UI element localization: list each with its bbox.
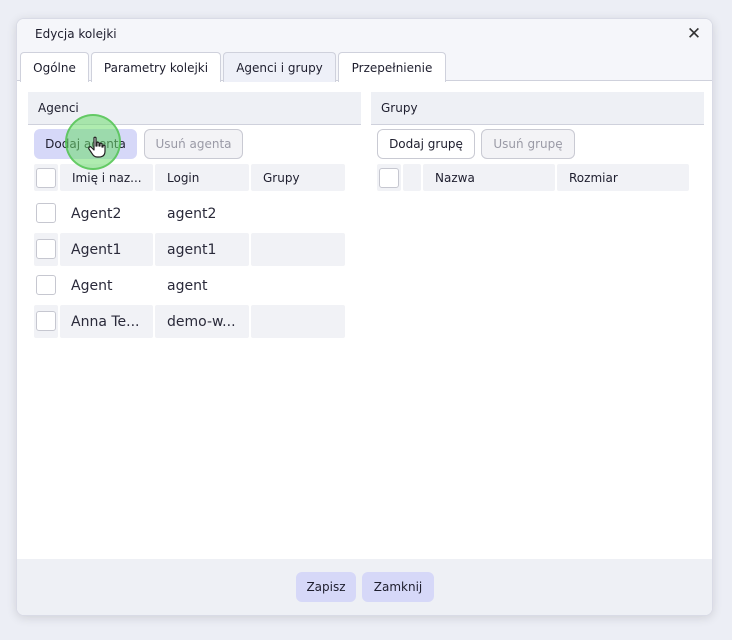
tab-queue-parameters[interactable]: Parametry kolejki: [91, 52, 221, 82]
agent-groups-cell: [263, 233, 343, 266]
agent-name-cell: Agent2: [71, 205, 122, 222]
agents-panel-header: Agenci: [28, 92, 361, 125]
dialog-footer: Zapisz Zamknij: [17, 559, 712, 615]
tab-bar: Ogólne Parametry kolejki Agenci i grupy …: [17, 49, 712, 82]
agents-column-name[interactable]: Imię i naz...: [60, 164, 153, 191]
agent-name-cell: Agent1: [71, 241, 122, 258]
dialog-title: Edycja kolejki: [35, 27, 117, 41]
groups-panel-title: Grupy: [381, 101, 418, 115]
row-checkbox[interactable]: [36, 239, 56, 259]
groups-column-spacer: [403, 164, 421, 191]
groups-select-all-checkbox[interactable]: [379, 168, 399, 188]
add-group-button[interactable]: Dodaj grupę: [377, 129, 475, 159]
agents-column-groups[interactable]: Grupy: [251, 164, 345, 191]
groups-panel-header: Grupy: [371, 92, 704, 125]
row-checkbox[interactable]: [36, 311, 56, 331]
agent-name-cell: Anna Te...: [71, 313, 140, 330]
agents-select-all-checkbox[interactable]: [36, 168, 56, 188]
tab-overflow[interactable]: Przepełnienie: [338, 52, 446, 82]
tab-agents-and-groups[interactable]: Agenci i grupy: [223, 52, 336, 82]
remove-group-button[interactable]: Usuń grupę: [481, 129, 575, 159]
dialog-titlebar: Edycja kolejki ✕: [17, 19, 712, 49]
agent-login-cell: demo-w...: [167, 313, 236, 330]
agent-login-cell: agent1: [167, 241, 217, 258]
save-button[interactable]: Zapisz: [296, 572, 356, 602]
agent-groups-cell: [263, 269, 343, 302]
agent-name-cell: Agent: [71, 277, 113, 294]
agents-column-login[interactable]: Login: [155, 164, 249, 191]
agent-groups-cell: [263, 305, 343, 338]
agent-login-cell: agent2: [167, 205, 217, 222]
edit-queue-dialog: Edycja kolejki ✕ Ogólne Parametry kolejk…: [16, 18, 713, 616]
agent-login-cell: agent: [167, 277, 208, 294]
add-agent-button[interactable]: Dodaj agenta: [34, 129, 137, 159]
agents-panel-title: Agenci: [38, 101, 79, 115]
close-button[interactable]: Zamknij: [362, 572, 434, 602]
remove-agent-button[interactable]: Usuń agenta: [144, 129, 243, 159]
close-icon[interactable]: ✕: [684, 24, 704, 44]
row-checkbox[interactable]: [36, 275, 56, 295]
groups-column-size[interactable]: Rozmiar: [557, 164, 689, 191]
agent-groups-cell: [263, 197, 343, 230]
row-checkbox[interactable]: [36, 203, 56, 223]
groups-column-name[interactable]: Nazwa: [423, 164, 555, 191]
tab-general[interactable]: Ogólne: [20, 52, 89, 82]
